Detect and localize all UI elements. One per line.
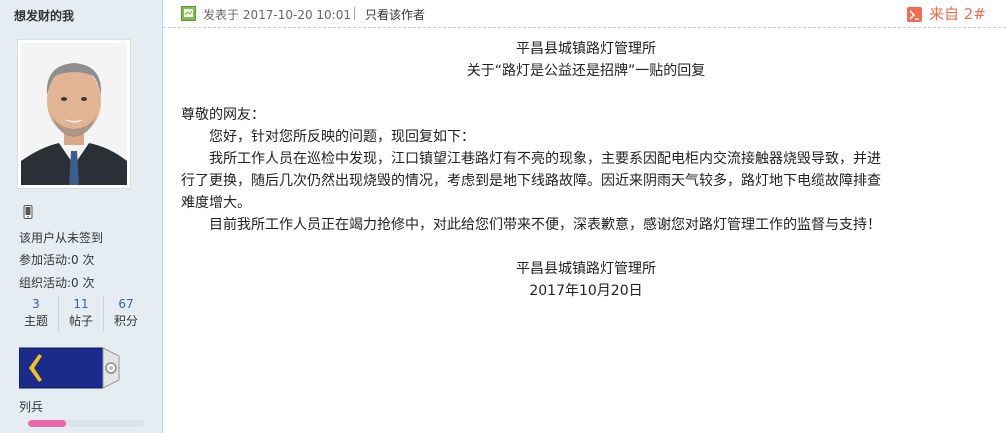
- count-points-value[interactable]: 67: [104, 296, 148, 312]
- rank-progress-fill: [28, 420, 67, 427]
- activity-organized-value: 0 次: [71, 276, 95, 290]
- paragraph-3: 目前我所工作人员正在竭力抢修中，对此给您们带来不便，深表歉意，感谢您对路灯管理工…: [209, 217, 881, 233]
- post-time-prefix: 发表于: [203, 8, 240, 22]
- count-topics-label: 主题: [23, 314, 48, 328]
- org-title: 平昌县城镇路灯管理所: [516, 41, 656, 57]
- activity-joined-label: 参加活动:: [19, 253, 72, 267]
- activity-organized-label: 组织活动:: [19, 276, 72, 290]
- count-posts-label: 帖子: [68, 314, 93, 328]
- count-points[interactable]: 67 积分: [104, 296, 148, 332]
- activity-joined-value: 0 次: [71, 253, 95, 267]
- post-content: 平昌县城镇路灯管理所 关于“路灯是公益还是招牌”一贴的回复 尊敬的网友： 您好，…: [181, 38, 991, 302]
- sign-status: 该用户从未签到: [19, 231, 104, 245]
- post-subject: 关于“路灯是公益还是招牌”一贴的回复: [466, 63, 706, 79]
- paragraph-1: 您好，针对您所反映的问题，现回复如下：: [209, 129, 475, 145]
- post-header: 发表于 2017-10-20 10:01 只看该作者 来自 2#: [163, 0, 1006, 28]
- count-topics-value[interactable]: 3: [14, 296, 58, 312]
- count-posts-value[interactable]: 11: [59, 296, 103, 312]
- phone-icon[interactable]: [23, 204, 33, 219]
- author-only-link[interactable]: 只看该作者: [365, 6, 425, 23]
- avatar[interactable]: [21, 43, 127, 185]
- paragraph-2-line-1: 我所工作人员在巡检中发现，江口镇望江巷路灯有不亮的现象，主要系因配电柜内交流接触…: [209, 151, 881, 167]
- greeting: 尊敬的网友：: [181, 107, 265, 123]
- count-topics[interactable]: 3 主题: [14, 296, 59, 332]
- user-counts: 3 主题 11 帖子 67 积分: [14, 296, 148, 332]
- header-divider: [354, 7, 355, 20]
- paragraph-2-line-2: 行了更换，随后几次仍然出现烧毁的情况，考虑到是地下线路故障。因近来阴雨天气较多，…: [181, 173, 881, 189]
- paragraph-2-line-3: 难度增大。: [181, 195, 251, 211]
- activity-joined: 参加活动:0 次: [19, 251, 95, 268]
- avatar-frame[interactable]: [17, 39, 131, 189]
- rank-name: 列兵: [19, 400, 44, 414]
- post-date: 2017年10月20日: [529, 283, 643, 299]
- floor-number[interactable]: 来自 2#: [929, 3, 986, 24]
- from-icon[interactable]: [907, 7, 922, 22]
- post-time-value: 2017-10-20 10:01: [242, 8, 351, 22]
- count-posts[interactable]: 11 帖子: [59, 296, 104, 332]
- post-time: 发表于 2017-10-20 10:01: [203, 6, 351, 23]
- rank-badge-icon: [18, 346, 125, 390]
- signature: 平昌县城镇路灯管理所: [516, 261, 656, 277]
- username[interactable]: 想发财的我: [14, 7, 74, 24]
- online-status-icon: [181, 6, 196, 21]
- user-sidebar: 想发财的我 该用户从未签到 参加活动:0 次 组织活动:0 次 3 主题 11 …: [0, 0, 163, 433]
- count-points-label: 积分: [113, 314, 138, 328]
- rank-progress-bar: [28, 420, 144, 427]
- activity-organized: 组织活动:0 次: [19, 274, 95, 291]
